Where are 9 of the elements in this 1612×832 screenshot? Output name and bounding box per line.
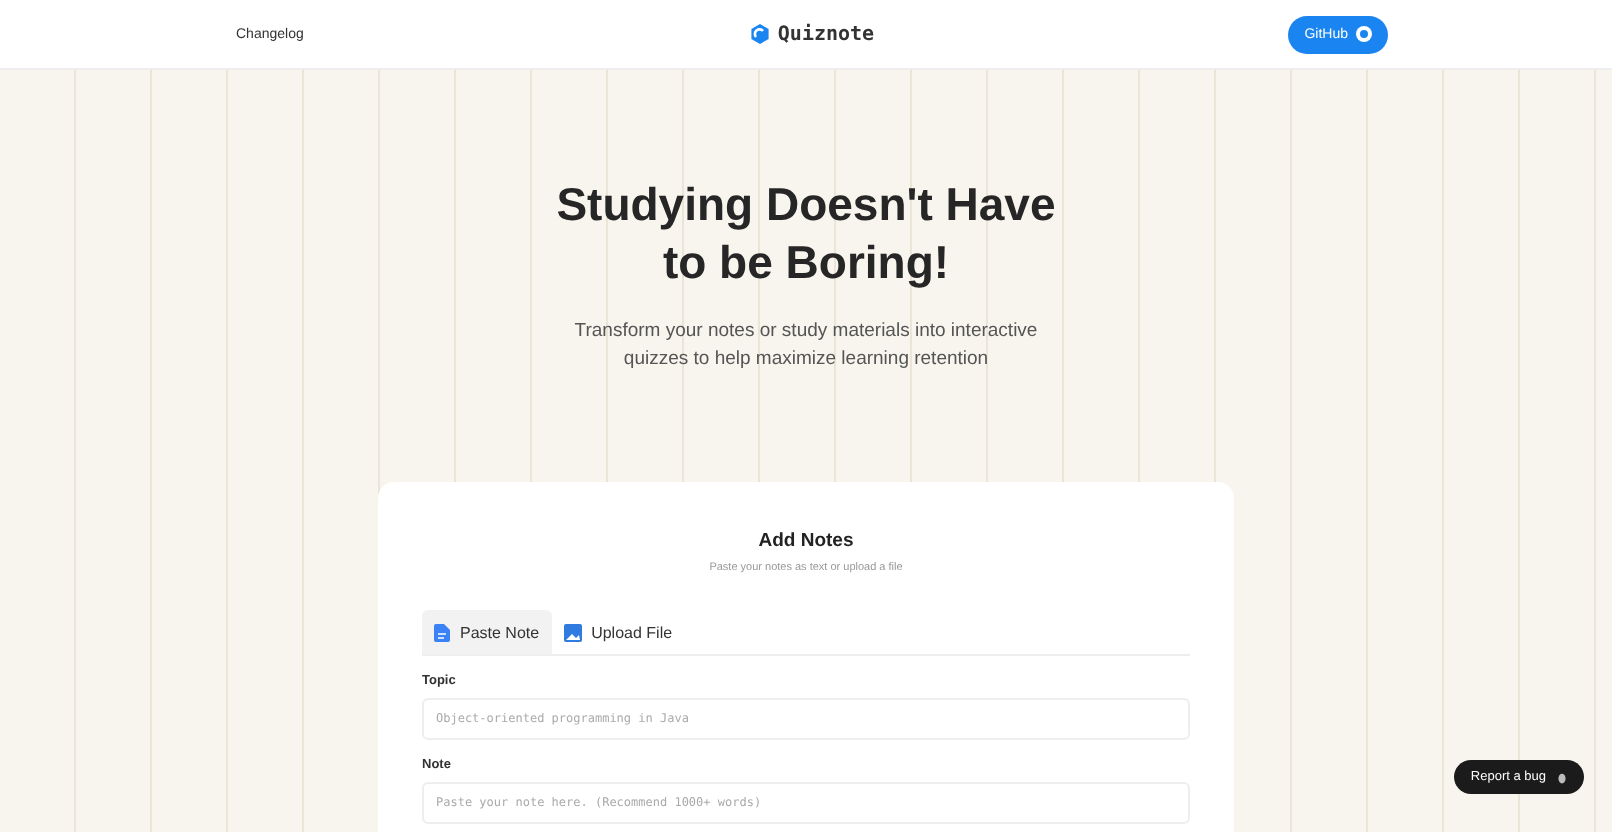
document-icon (434, 623, 450, 641)
tab[interactable]: Upload File (551, 610, 685, 654)
hero-title: Studying Doesn't Have to be Boring! (554, 176, 1058, 292)
logo-text: Quiznote (777, 23, 875, 45)
card-title: Add Notes (756, 530, 856, 552)
image-icon (563, 623, 582, 641)
logo-icon (749, 24, 770, 44)
hero-subtitle: Transform your notes or study materials into interactive quizzes to help maximize learning retention (572, 318, 1040, 374)
tab[interactable]: Paste Note (422, 610, 552, 654)
